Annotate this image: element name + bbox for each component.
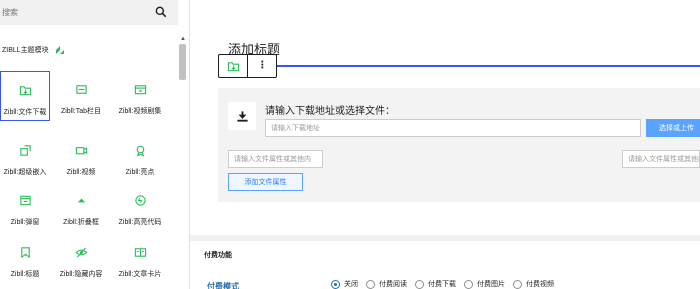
block-label: Zibll:折叠框 [63, 219, 99, 226]
block-label: Zibll:亮点 [125, 169, 155, 176]
download-prompt: 请输入下载地址或选择文件： [265, 106, 395, 117]
more-options-button[interactable]: ⋮ [247, 55, 276, 77]
radio-label: 付费阅读 [379, 281, 407, 288]
search-icon[interactable] [154, 5, 168, 19]
block-label: Zibll:隐藏内容 [59, 271, 103, 278]
block-post-card[interactable]: Zibll:文章卡片 [115, 234, 165, 284]
post-card-icon [134, 248, 146, 257]
block-label: Zibll:视频剧集 [118, 108, 162, 115]
collapse-icon [77, 198, 85, 203]
block-toolbar: ⋮ [218, 54, 277, 78]
metabox-title: 付费功能 [204, 252, 232, 259]
block-label: Zibll:Tab栏目 [60, 108, 102, 115]
highlight-icon [136, 145, 144, 157]
radio-label: 付费下载 [428, 281, 456, 288]
block-collapse[interactable]: Zibll:折叠框 [56, 182, 106, 232]
block-label: Zibll:高亮代码 [118, 219, 162, 226]
code-highlight-icon [134, 195, 146, 206]
file-attribute-input-2[interactable] [622, 150, 700, 168]
embed-icon [19, 145, 31, 156]
block-video-episodes[interactable]: Zibll:视频剧集 [115, 71, 165, 121]
pay-mode-radio-group: 关闭 付费阅读 付费下载 付费图片 付费视频 [331, 279, 554, 289]
paid-features-metabox: 付费功能 付费模式 关闭 付费阅读 付费下载 付费图片 付费视频 [190, 235, 700, 289]
block-embed[interactable]: Zibll:超级嵌入 [0, 132, 50, 182]
radio-option[interactable]: 付费视频 [513, 279, 554, 289]
radio-option[interactable]: 付费图片 [464, 279, 505, 289]
block-tab[interactable]: Zibll:Tab栏目 [56, 71, 106, 121]
block-label: Zibll:弹窗 [10, 219, 40, 226]
pay-mode-label: 付费模式 [207, 282, 239, 289]
editor-canvas[interactable]: 添加标题 ⋮ 请输入下载地址或选择文件： 选择或上传 添加文件属性 [190, 0, 700, 235]
radio-icon[interactable] [366, 279, 375, 289]
block-inserter-sidebar: ZIBLL主题模块 ▲ Zibll:文件下载 Zibll:Tab栏目 Zibll… [0, 0, 190, 289]
title-icon [20, 247, 30, 259]
block-label: Zibll:文章卡片 [118, 271, 162, 278]
file-download-block: 请输入下载地址或选择文件： 选择或上传 添加文件属性 [218, 88, 700, 202]
download-url-input[interactable] [265, 119, 641, 137]
file-download-icon [227, 61, 239, 71]
block-type-button[interactable] [219, 55, 247, 77]
hidden-content-icon [75, 247, 87, 258]
tab-icon [75, 85, 87, 94]
block-file-download[interactable]: Zibll:文件下载 [0, 71, 50, 121]
file-attribute-input[interactable] [228, 150, 323, 168]
block-label: Zibll:超级嵌入 [3, 169, 47, 176]
selected-block-outline [276, 65, 700, 67]
block-title[interactable]: Zibll:标题 [0, 234, 50, 284]
block-code-highlight[interactable]: Zibll:高亮代码 [115, 182, 165, 232]
radio-icon[interactable] [464, 279, 473, 289]
more-vertical-icon: ⋮ [257, 60, 268, 71]
video-episodes-icon [134, 85, 146, 95]
scroll-up-icon[interactable]: ▲ [180, 36, 186, 42]
modal-icon [19, 195, 31, 206]
radio-option[interactable]: 付费阅读 [366, 279, 407, 289]
block-label: Zibll:视频 [66, 169, 96, 176]
block-modal[interactable]: Zibll:弹窗 [0, 182, 50, 232]
search-input[interactable] [0, 0, 150, 25]
scroll-thumb[interactable] [179, 44, 186, 80]
download-icon [228, 102, 256, 130]
radio-label: 付费图片 [477, 281, 505, 288]
search-box [0, 0, 178, 25]
radio-option[interactable]: 关闭 [331, 279, 358, 289]
radio-selected-icon[interactable] [331, 279, 340, 289]
radio-icon[interactable] [415, 279, 424, 289]
editor-area: 添加标题 ⋮ 请输入下载地址或选择文件： 选择或上传 添加文件属性 付费功能 付… [190, 0, 700, 289]
category-icon [55, 46, 64, 54]
select-upload-button[interactable]: 选择或上传 [646, 119, 700, 137]
add-file-attribute-button[interactable]: 添加文件属性 [228, 173, 303, 191]
radio-icon[interactable] [513, 279, 522, 289]
radio-option[interactable]: 付费下载 [415, 279, 456, 289]
block-highlight[interactable]: Zibll:亮点 [115, 132, 165, 182]
block-video[interactable]: Zibll:视频 [56, 132, 106, 182]
sidebar-scrollbar[interactable]: ▲ [178, 36, 188, 289]
block-label: Zibll:文件下载 [3, 109, 47, 116]
video-icon [75, 147, 87, 155]
block-hidden-content[interactable]: Zibll:隐藏内容 [56, 234, 106, 284]
radio-label: 付费视频 [526, 281, 554, 288]
block-label: Zibll:标题 [10, 271, 40, 278]
category-label: ZIBLL主题模块 [2, 47, 49, 54]
block-category-header: ZIBLL主题模块 [2, 45, 65, 55]
radio-label: 关闭 [344, 281, 358, 288]
file-download-icon [19, 86, 31, 96]
